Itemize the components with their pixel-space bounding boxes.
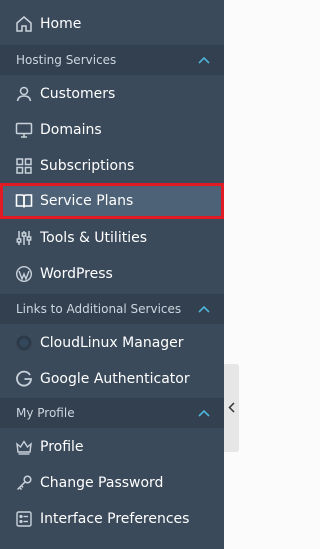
grid-icon	[15, 157, 33, 175]
chevron-up-icon	[198, 56, 210, 64]
section-my-profile[interactable]: My Profile	[0, 398, 224, 428]
user-icon	[15, 85, 33, 103]
nav-item-label: Service Plans	[40, 193, 134, 209]
nav-item-profile[interactable]: Profile	[0, 429, 224, 465]
chevron-up-icon	[198, 305, 210, 313]
preferences-icon	[15, 510, 33, 528]
section-label: My Profile	[16, 406, 75, 420]
chevron-up-icon	[198, 409, 210, 417]
nav-item-google-authenticator[interactable]: Google Authenticator	[0, 361, 224, 397]
home-icon	[15, 15, 33, 33]
nav-item-label: Subscriptions	[40, 158, 135, 174]
nav-item-label: Tools & Utilities	[40, 230, 147, 246]
sidebar: Home Hosting Services Customers Domains …	[0, 0, 224, 549]
nav-item-label: WordPress	[40, 266, 113, 282]
nav-item-label: CloudLinux Manager	[40, 335, 184, 351]
wordpress-icon	[15, 265, 33, 283]
section-hosting-services[interactable]: Hosting Services	[0, 45, 224, 75]
nav-item-label: Home	[40, 16, 82, 32]
key-icon	[15, 474, 33, 492]
section-label: Links to Additional Services	[16, 302, 182, 316]
nav-item-label: Interface Preferences	[40, 511, 190, 527]
nav-item-wordpress[interactable]: WordPress	[0, 256, 224, 292]
nav-item-tools-utilities[interactable]: Tools & Utilities	[0, 220, 224, 256]
nav-item-label: Profile	[40, 439, 84, 455]
nav-item-change-password[interactable]: Change Password	[0, 465, 224, 501]
sliders-icon	[15, 229, 33, 247]
nav-item-interface-preferences[interactable]: Interface Preferences	[0, 501, 224, 537]
nav-item-label: Google Authenticator	[40, 371, 190, 387]
monitor-icon	[15, 121, 33, 139]
google-icon	[15, 370, 33, 388]
book-icon	[15, 192, 33, 210]
nav-item-cloudlinux-manager[interactable]: CloudLinux Manager	[0, 325, 224, 361]
page-scroll-track	[241, 0, 247, 549]
cloudlinux-icon	[15, 334, 33, 352]
nav-item-label: Customers	[40, 86, 116, 102]
nav-item-domains[interactable]: Domains	[0, 112, 224, 148]
sidebar-collapse-handle[interactable]	[224, 364, 239, 452]
nav-item-label: Domains	[40, 122, 102, 138]
nav-item-home[interactable]: Home	[0, 6, 224, 42]
crown-icon	[15, 438, 33, 456]
chevron-left-icon	[228, 402, 235, 413]
nav-item-label: Change Password	[40, 475, 164, 491]
section-label: Hosting Services	[16, 53, 117, 67]
nav-item-service-plans[interactable]: Service Plans	[0, 183, 224, 219]
nav-item-subscriptions[interactable]: Subscriptions	[0, 148, 224, 184]
section-links-additional-services[interactable]: Links to Additional Services	[0, 294, 224, 324]
nav-item-customers[interactable]: Customers	[0, 76, 224, 112]
